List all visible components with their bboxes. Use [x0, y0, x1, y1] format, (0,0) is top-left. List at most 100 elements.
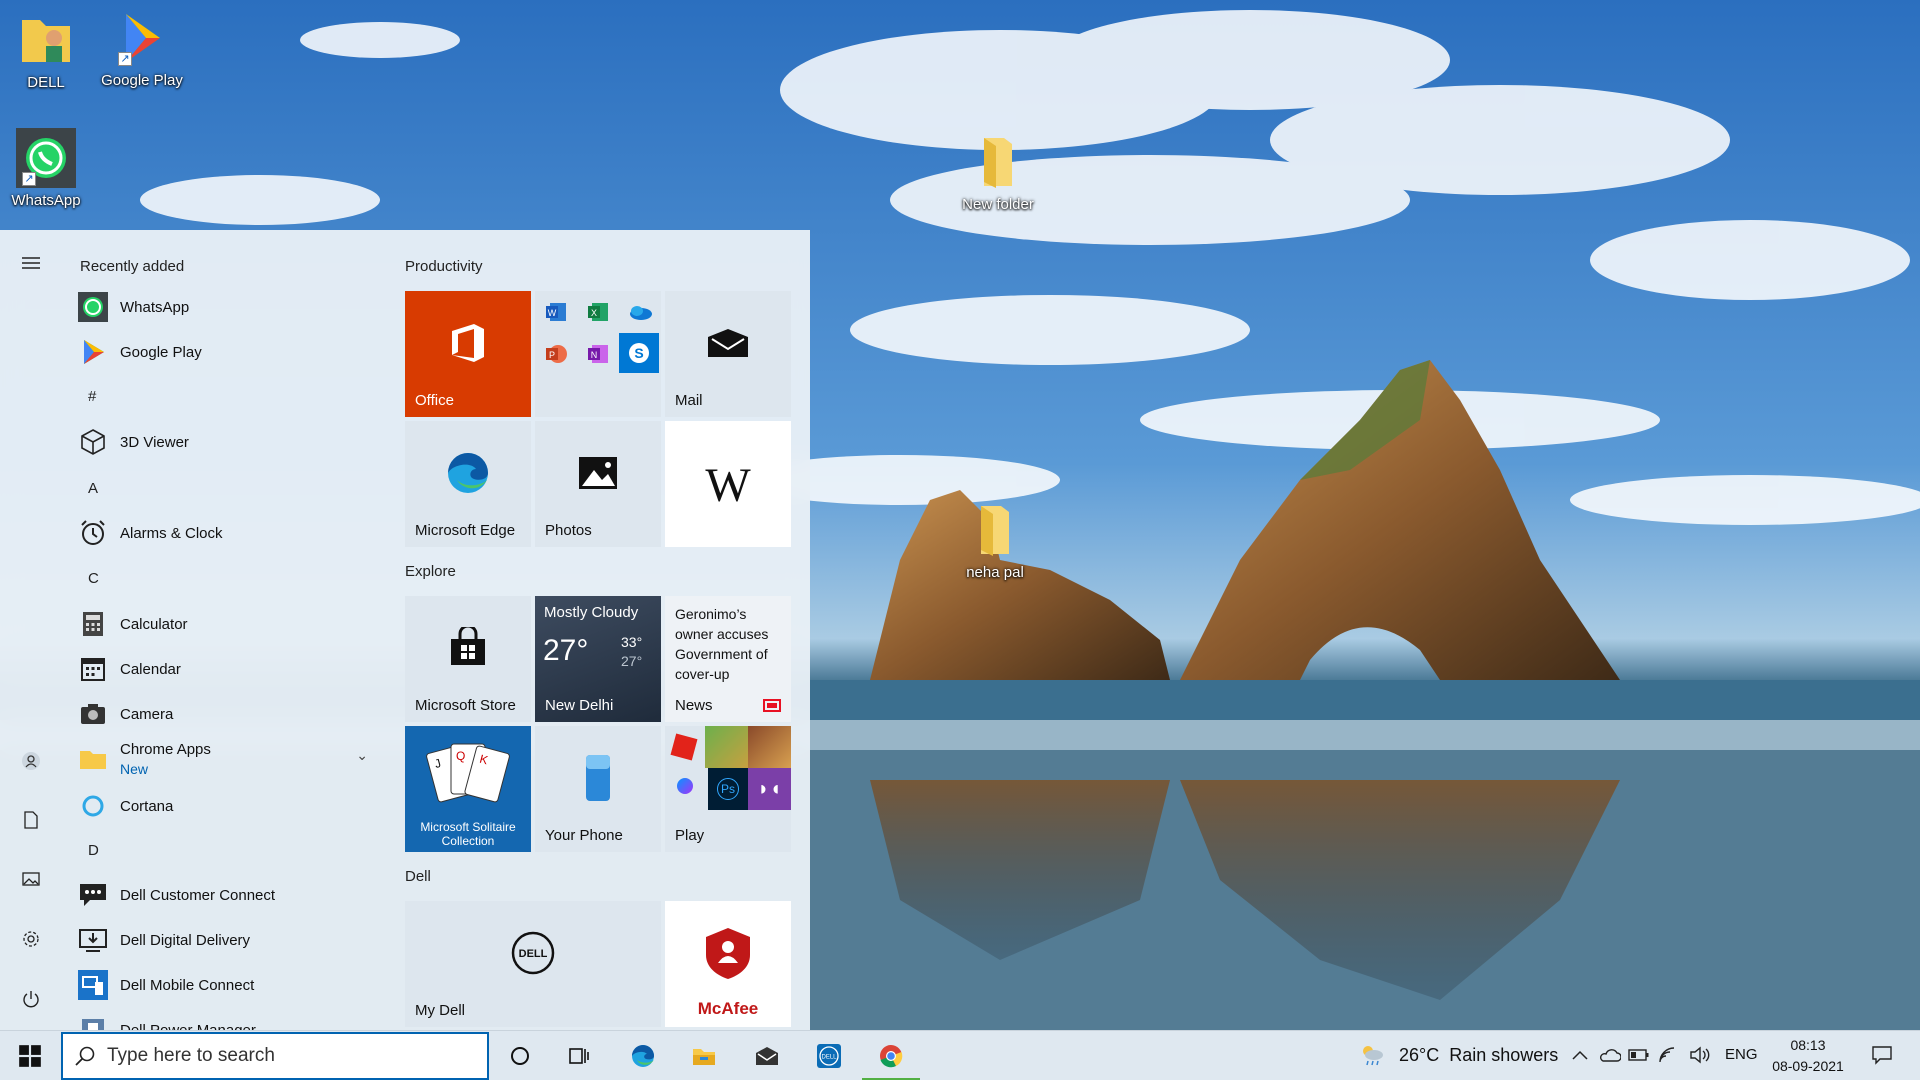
roblox-icon[interactable] — [670, 733, 698, 761]
start-button[interactable] — [0, 1031, 60, 1080]
onedrive-cloud-icon[interactable] — [1598, 1043, 1622, 1067]
onedrive-icon[interactable] — [623, 295, 657, 329]
dell-logo-icon: DELL — [405, 901, 661, 1005]
taskbar-weather-text[interactable]: 26°C Rain showers — [1399, 1045, 1558, 1066]
edge-icon — [405, 421, 531, 525]
group-title-explore[interactable]: Explore — [405, 563, 456, 580]
task-view-button[interactable] — [550, 1031, 608, 1080]
app-item-google-play[interactable]: Google Play — [78, 332, 378, 372]
pictures-button[interactable] — [14, 862, 48, 896]
tile-news[interactable]: Geronimo’s owner accuses Government of c… — [665, 596, 791, 722]
chevron-up-icon[interactable] — [1568, 1043, 1592, 1067]
desktop-icon-new-folder[interactable]: New folder — [950, 132, 1046, 213]
app-item-dell-digital-delivery[interactable]: Dell Digital Delivery — [78, 920, 378, 960]
gear-icon — [23, 931, 39, 947]
tile-microsoft-store[interactable]: Microsoft Store — [405, 596, 531, 722]
user-account-button[interactable] — [14, 744, 48, 778]
app-item-calendar[interactable]: Calendar — [78, 649, 378, 689]
group-title-dell[interactable]: Dell — [405, 868, 431, 885]
desktop-icon-dell[interactable]: DELL — [0, 10, 94, 91]
letter-header[interactable]: A — [88, 480, 98, 497]
messenger-icon[interactable] — [677, 778, 693, 794]
tile-wikipedia[interactable]: W — [665, 421, 791, 547]
dolby-icon[interactable]: ◗◖ — [748, 768, 791, 810]
letter-header[interactable]: D — [88, 842, 99, 859]
app-item-3d-viewer[interactable]: 3D Viewer — [78, 422, 378, 462]
tile-microsoft-edge[interactable]: Microsoft Edge — [405, 421, 531, 547]
taskbar-edge[interactable] — [614, 1031, 672, 1080]
app-item-camera[interactable]: Camera — [78, 694, 378, 734]
letter-header[interactable]: C — [88, 570, 99, 587]
tile-mail[interactable]: Mail — [665, 291, 791, 417]
app-item-alarms-clock[interactable]: Alarms & Clock — [78, 513, 378, 553]
weather-low: 27° — [621, 653, 643, 669]
tile-solitaire[interactable]: J Q K Microsoft Solitaire Collection — [405, 726, 531, 852]
skype-icon[interactable]: S — [619, 333, 659, 373]
taskbar-search-box[interactable] — [61, 1032, 489, 1080]
power-button[interactable] — [14, 982, 48, 1016]
onenote-icon[interactable]: N — [581, 337, 615, 371]
tile-play[interactable]: Ps ◗◖ Play — [665, 726, 791, 852]
mail-icon — [665, 291, 791, 395]
battery-icon[interactable] — [1627, 1043, 1651, 1067]
google-play-icon: ↗ — [112, 8, 172, 68]
app-name: Google Play — [120, 343, 202, 361]
taskbar-my-dell[interactable]: DELL — [800, 1031, 858, 1080]
volume-icon[interactable] — [1688, 1043, 1712, 1067]
hamburger-menu-button[interactable] — [14, 246, 48, 280]
documents-button[interactable] — [14, 803, 48, 837]
search-input[interactable] — [107, 1045, 467, 1067]
tile-mcafee[interactable]: McAfee — [665, 901, 791, 1027]
shortcut-arrow-icon: ↗ — [22, 172, 36, 186]
taskbar-clock[interactable]: 08:13 08-09-2021 — [1768, 1035, 1848, 1077]
app-name: Dell Digital Delivery — [120, 931, 251, 949]
app-item-whatsapp[interactable]: WhatsApp — [78, 287, 378, 327]
word-icon[interactable]: W — [539, 295, 573, 329]
app-name: WhatsApp — [120, 298, 190, 316]
wifi-icon[interactable] — [1656, 1043, 1680, 1067]
language-indicator[interactable]: ENG — [1725, 1046, 1758, 1063]
taskbar-chrome[interactable] — [862, 1031, 920, 1080]
office-icon — [405, 291, 531, 395]
chevron-down-icon[interactable]: ⌄ — [356, 747, 368, 764]
power-icon — [23, 991, 39, 1008]
tile-office[interactable]: Office — [405, 291, 531, 417]
powerpoint-icon[interactable]: P — [539, 337, 573, 371]
app-item-cortana[interactable]: Cortana — [78, 786, 378, 826]
desktop-icon-whatsapp[interactable]: ↗ WhatsApp — [0, 128, 94, 209]
tile-photos[interactable]: Photos — [535, 421, 661, 547]
desktop-icon-neha-pal[interactable]: neha pal — [947, 500, 1043, 581]
app-item-chrome-apps[interactable]: Chrome Apps New ⌄ — [78, 735, 378, 783]
app-item-dell-power-manager[interactable]: Dell Power Manager — [78, 1010, 378, 1030]
letter-header[interactable]: # — [88, 388, 96, 405]
weather-cloud-rain-icon[interactable] — [1358, 1043, 1386, 1067]
file-explorer-icon — [693, 1049, 715, 1065]
game-thumbnail-icon[interactable] — [705, 726, 748, 768]
app-item-dell-customer-connect[interactable]: Dell Customer Connect — [78, 875, 378, 915]
group-title-productivity[interactable]: Productivity — [405, 258, 483, 275]
tile-office-apps-group[interactable]: W X P N S — [535, 291, 661, 417]
photoshop-icon[interactable]: Ps — [708, 768, 748, 810]
taskbar-file-explorer[interactable] — [675, 1031, 733, 1080]
cortana-button[interactable] — [491, 1031, 549, 1080]
desktop-icon-label: WhatsApp — [11, 192, 81, 209]
app-name: Camera — [120, 705, 174, 723]
tile-your-phone[interactable]: Your Phone — [535, 726, 661, 852]
taskbar-mail[interactable] — [738, 1031, 796, 1080]
excel-icon[interactable]: X — [581, 295, 615, 329]
app-item-dell-mobile-connect[interactable]: Dell Mobile Connect — [78, 965, 378, 1005]
desktop-icon-label: DELL — [27, 74, 65, 91]
tile-my-dell[interactable]: DELL My Dell — [405, 901, 661, 1027]
news-icon — [763, 699, 781, 712]
settings-button[interactable] — [14, 922, 48, 956]
game-thumbnail-icon[interactable] — [748, 726, 791, 768]
power-manager-icon — [78, 1015, 108, 1030]
notification-center-button[interactable] — [1868, 1043, 1896, 1067]
desktop-icon-google-play[interactable]: ↗ Google Play — [94, 8, 190, 89]
pictures-icon — [22, 872, 40, 886]
tile-weather[interactable]: Mostly Cloudy 27° 33° 27° New Delhi — [535, 596, 661, 722]
app-item-calculator[interactable]: Calculator — [78, 604, 378, 644]
svg-text:N: N — [591, 350, 598, 360]
tile-label: Play — [675, 827, 705, 844]
tile-label: New Delhi — [545, 697, 614, 714]
